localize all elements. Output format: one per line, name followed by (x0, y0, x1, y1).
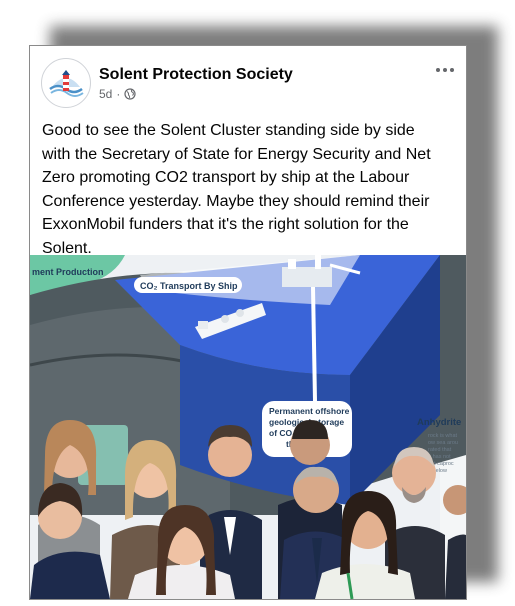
post-header: Solent Protection Society 5d · (30, 46, 466, 114)
side-title: Anhydrite (417, 417, 461, 428)
callout-line-1: Permanent offshore (269, 406, 350, 416)
page-avatar[interactable] (41, 58, 91, 108)
meta-separator: · (116, 87, 121, 101)
lighthouse-logo-icon (49, 70, 84, 97)
event-photo-illustration: ment Production CO₂ Transport By Ship Pe… (30, 255, 466, 599)
post-text: Good to see the Solent Cluster standing … (42, 122, 431, 257)
globe-icon (124, 88, 136, 100)
banner-corner-text: ment Production (32, 267, 104, 277)
facebook-post-card: Solent Protection Society 5d · Good to s… (29, 45, 467, 600)
side-line-3: rated that (428, 447, 452, 453)
ship-label: CO₂ Transport By Ship (140, 281, 238, 291)
more-options-button[interactable] (433, 62, 457, 78)
more-horizontal-icon (436, 68, 440, 72)
side-line-2: ow sea arou (428, 440, 458, 446)
post-photo[interactable]: ment Production CO₂ Transport By Ship Pe… (30, 255, 466, 599)
post-meta: 5d · (99, 87, 136, 101)
post-timestamp[interactable]: 5d (99, 87, 112, 101)
page-name-link[interactable]: Solent Protection Society (99, 66, 293, 84)
side-line-1: rock is what (428, 433, 458, 439)
